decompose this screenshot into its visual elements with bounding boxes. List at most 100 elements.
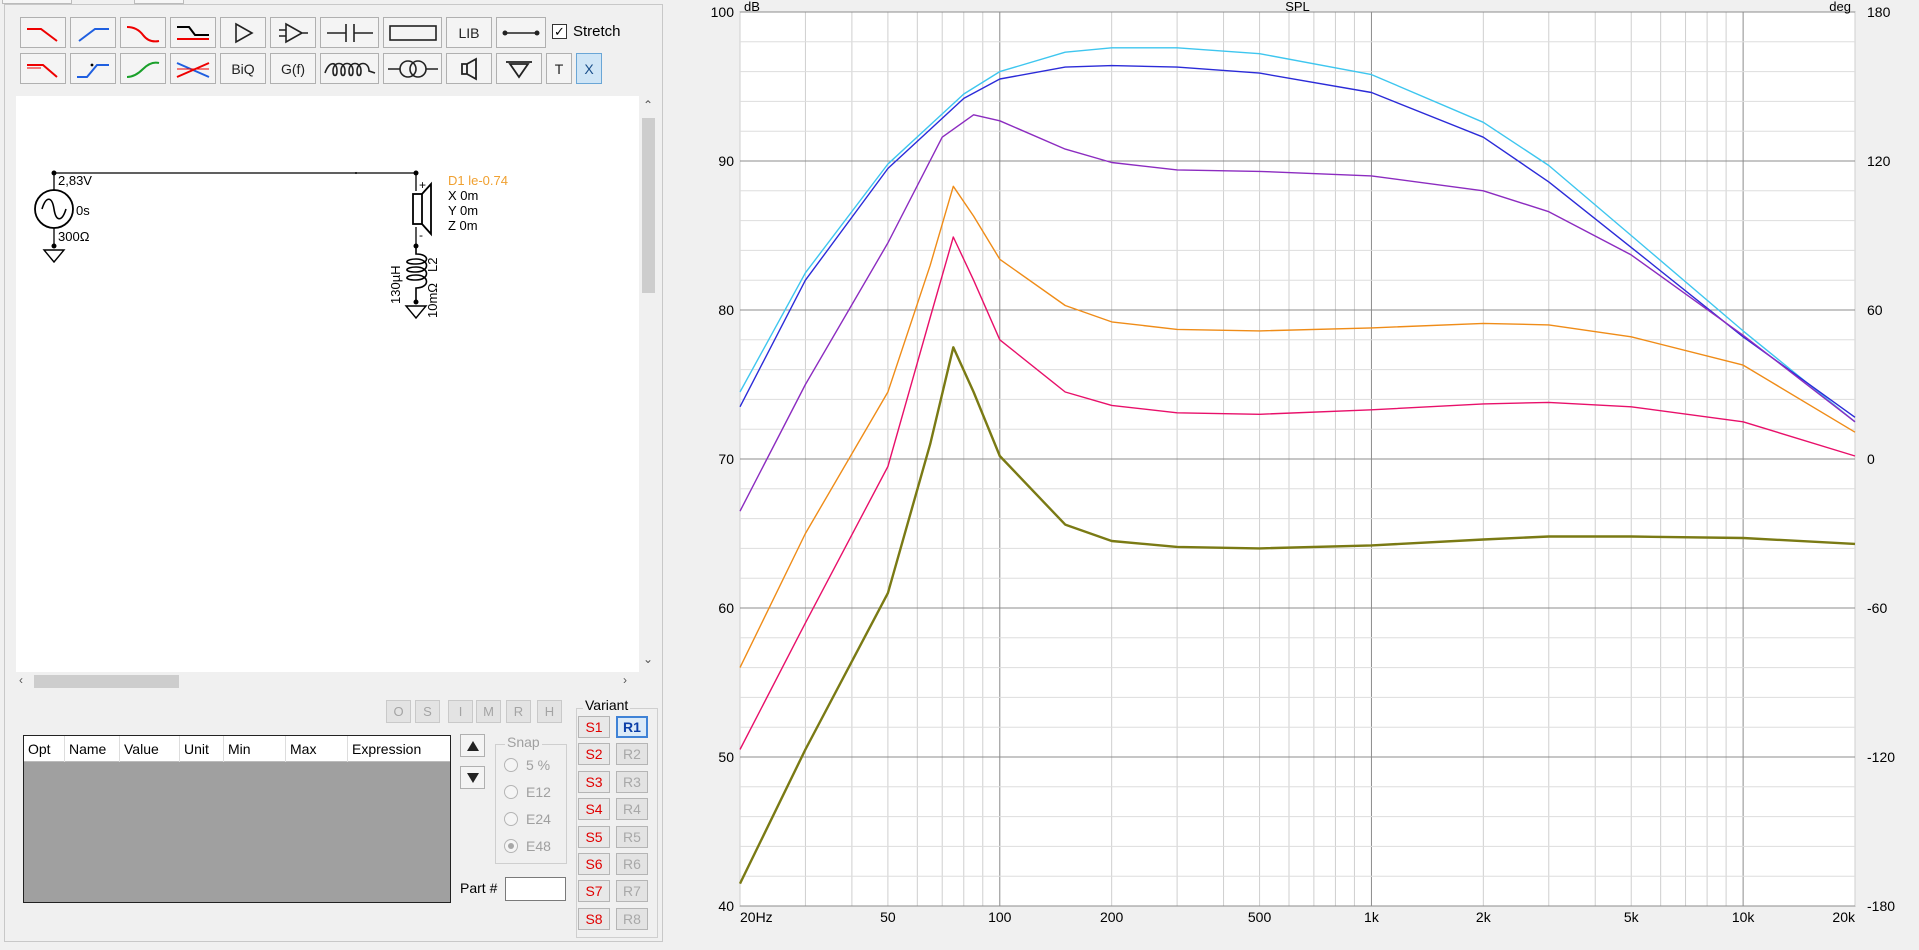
- variant-r4-button[interactable]: R4: [616, 798, 648, 821]
- capacitor-icon[interactable]: [320, 17, 379, 48]
- variant-r2-button[interactable]: R2: [616, 743, 648, 766]
- y2-tick-label: -180: [1867, 898, 1895, 914]
- variant-label: Variant: [583, 697, 631, 713]
- col-name[interactable]: Name: [65, 736, 120, 762]
- text-button[interactable]: T: [546, 53, 572, 84]
- variant-r8-button[interactable]: R8: [616, 907, 648, 930]
- opt-button-i[interactable]: I: [448, 700, 473, 723]
- horizontal-scroll-thumb[interactable]: [34, 675, 179, 688]
- variant-s4-button[interactable]: S4: [578, 798, 610, 821]
- variant-s8-button[interactable]: S8: [578, 907, 610, 930]
- variant-s1-button[interactable]: S1: [578, 716, 610, 738]
- x-label: X: [584, 60, 594, 77]
- snap-option-5pct[interactable]: 5 %: [504, 757, 550, 773]
- speaker-icon[interactable]: [446, 53, 492, 84]
- schematic-canvas[interactable]: 2,83V 0s 300Ω + - D1 le-0.74 X 0m Y 0m Z…: [16, 96, 639, 672]
- variant-s7-button[interactable]: S7: [578, 880, 610, 903]
- variant-r3-button[interactable]: R3: [616, 770, 648, 793]
- col-max[interactable]: Max: [286, 736, 348, 762]
- shelf-filter-icon[interactable]: [170, 17, 216, 48]
- lowpass-2-icon[interactable]: [20, 53, 66, 84]
- x-tick-label: 20Hz: [740, 909, 773, 925]
- scroll-up-icon[interactable]: ⌃: [643, 98, 653, 112]
- y-axis-label: dB: [744, 0, 760, 14]
- inductor-icon[interactable]: [320, 53, 379, 84]
- radio-icon: [504, 812, 518, 826]
- part-number-label: Part #: [460, 880, 498, 896]
- inductor-l2-icon[interactable]: [406, 246, 428, 302]
- x-tick-label: 50: [880, 909, 896, 925]
- ac-source-icon[interactable]: [34, 189, 74, 229]
- variant-r1-button[interactable]: R1: [616, 716, 648, 738]
- ground-icon[interactable]: [496, 53, 542, 84]
- radio-selected-icon: [504, 839, 518, 853]
- snap-option-label: 5 %: [526, 757, 551, 773]
- opt-button-r[interactable]: R: [506, 700, 531, 723]
- lib-label: LIB: [458, 24, 480, 41]
- opamp-icon[interactable]: [270, 17, 316, 48]
- bandpass-filter-icon[interactable]: [120, 17, 166, 48]
- wire-icon[interactable]: [496, 17, 546, 48]
- biquad-button[interactable]: BiQ: [220, 53, 266, 84]
- part-number-input[interactable]: [505, 877, 566, 901]
- variant-s5-button[interactable]: S5: [578, 825, 610, 848]
- transfer-function-label: G(f): [280, 60, 306, 77]
- opt-button-h[interactable]: H: [537, 700, 562, 723]
- transfer-function-button[interactable]: G(f): [270, 53, 316, 84]
- move-down-button[interactable]: [460, 766, 485, 789]
- highpass-filter-icon[interactable]: [70, 17, 116, 48]
- resistor-icon[interactable]: [383, 17, 442, 48]
- scroll-down-icon[interactable]: ⌄: [643, 652, 653, 666]
- schematic-horizontal-scrollbar[interactable]: ‹ ›: [16, 672, 639, 690]
- transformer-icon[interactable]: [383, 53, 442, 84]
- col-expression[interactable]: Expression: [348, 736, 450, 762]
- opt-button-o[interactable]: O: [386, 700, 411, 723]
- buffer-amp-icon[interactable]: [220, 17, 266, 48]
- y-tick-label: 100: [711, 4, 735, 20]
- variant-s2-button[interactable]: S2: [578, 743, 610, 766]
- source-impedance: 300Ω: [58, 229, 90, 244]
- variant-r5-button[interactable]: R5: [616, 825, 648, 848]
- opt-button-s-label: S: [423, 704, 432, 719]
- y-tick-label: 70: [718, 451, 734, 467]
- y-tick-label: 80: [718, 302, 734, 318]
- stretch-checkbox[interactable]: ✓ Stretch: [552, 23, 621, 40]
- x-tick-label: 200: [1100, 909, 1124, 925]
- spl-graph-panel[interactable]: 20Hz 50 100 200 500 1k 2k 5k 10k 20k 40 50 60 70 80 90 1…: [679, 0, 1919, 947]
- scroll-right-icon[interactable]: ›: [623, 673, 627, 687]
- variant-s3-button[interactable]: S3: [578, 770, 610, 793]
- opt-button-r-label: R: [513, 704, 524, 719]
- y2-tick-label: 60: [1867, 302, 1883, 318]
- x-tick-label: 10k: [1732, 909, 1756, 925]
- schematic-vertical-scrollbar[interactable]: ⌃ ⌄: [639, 96, 657, 672]
- lib-button[interactable]: LIB: [446, 17, 492, 48]
- inductor-ground-icon: [404, 305, 428, 320]
- crossover-icon[interactable]: [170, 53, 216, 84]
- x-button[interactable]: X: [576, 53, 602, 84]
- move-up-button[interactable]: [460, 734, 485, 757]
- opt-button-s[interactable]: S: [415, 700, 440, 723]
- parameter-table[interactable]: Opt Name Value Unit Min Max Expression: [23, 735, 451, 903]
- variant-r7-button[interactable]: R7: [616, 880, 648, 903]
- col-opt[interactable]: Opt: [24, 736, 65, 762]
- biquad-label: BiQ: [231, 60, 255, 77]
- snap-option-e12[interactable]: E12: [504, 784, 551, 800]
- snap-option-e24[interactable]: E24: [504, 811, 551, 827]
- highpass-2-icon[interactable]: [70, 53, 116, 84]
- variant-s6-button[interactable]: S6: [578, 853, 610, 875]
- inductor-name: L2: [425, 258, 440, 272]
- snap-label: Snap: [505, 734, 542, 750]
- lowpass-filter-icon[interactable]: [20, 17, 66, 48]
- allpass-icon[interactable]: [120, 53, 166, 84]
- col-min[interactable]: Min: [224, 736, 286, 762]
- variant-r6-button[interactable]: R6: [616, 853, 648, 875]
- opt-button-m[interactable]: M: [476, 700, 501, 723]
- scroll-left-icon[interactable]: ‹: [19, 673, 23, 687]
- col-value[interactable]: Value: [120, 736, 180, 762]
- spl-chart[interactable]: 20Hz 50 100 200 500 1k 2k 5k 10k 20k 40 50 60 70 80 90 1…: [679, 0, 1919, 947]
- radio-icon: [504, 758, 518, 772]
- vertical-scroll-thumb[interactable]: [642, 118, 655, 293]
- snap-option-e48[interactable]: E48: [504, 838, 551, 854]
- inductor-resistance: 10mΩ: [425, 283, 440, 318]
- col-unit[interactable]: Unit: [180, 736, 224, 762]
